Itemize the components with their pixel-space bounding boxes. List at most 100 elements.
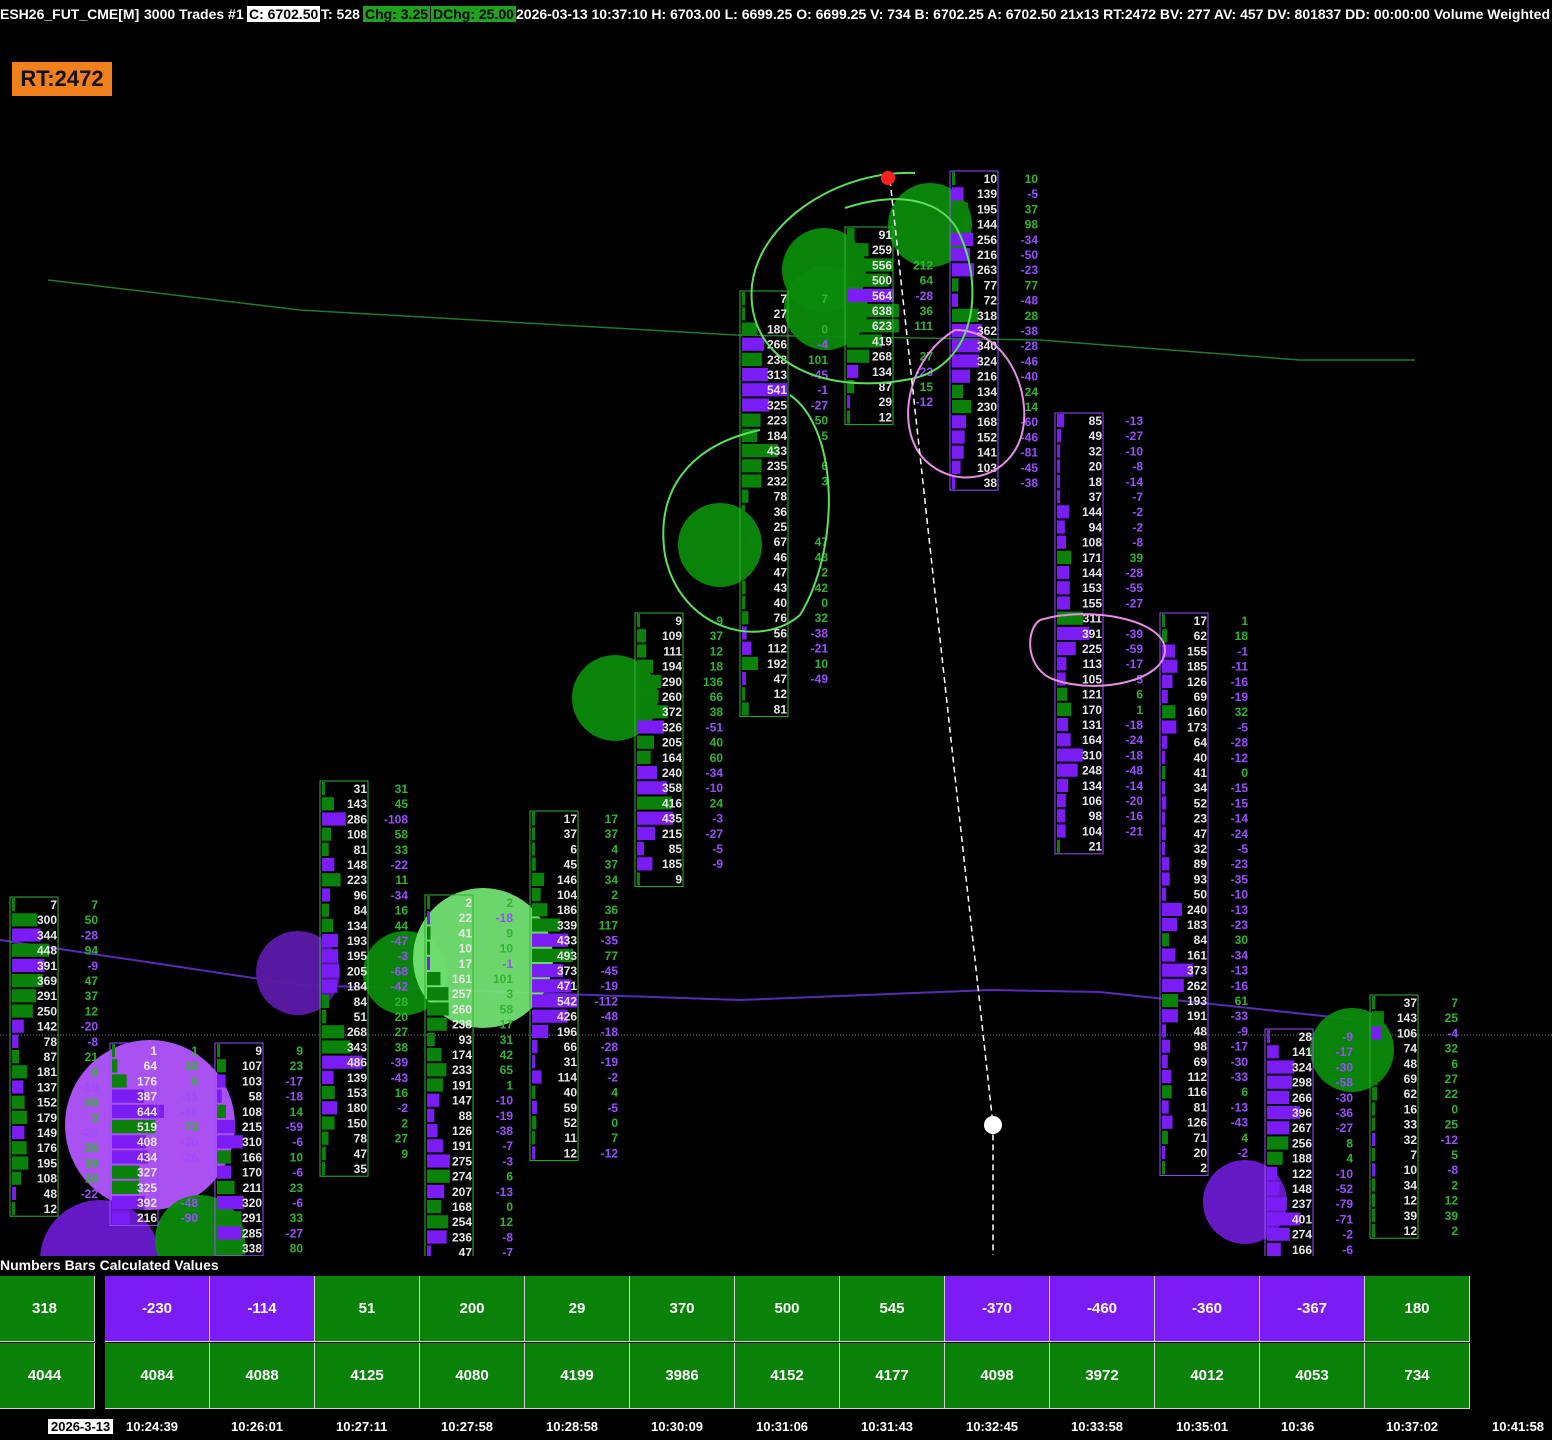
- delta-value: -81: [1021, 446, 1039, 460]
- volume-value: 47: [354, 1147, 368, 1161]
- volume-bar: [1267, 1182, 1280, 1196]
- volume-cell: 4053: [1260, 1343, 1365, 1409]
- delta-value: 6: [506, 1170, 513, 1184]
- delta-value: 0: [611, 1116, 618, 1130]
- delta-value: 23: [290, 1181, 304, 1195]
- delta-value: 0: [1451, 1102, 1458, 1116]
- delta-value: -18: [1126, 748, 1144, 762]
- delta-cell: -367: [1260, 1276, 1365, 1342]
- volume-bar: [637, 659, 654, 673]
- footprint-column: 85 -13 49 -27 32 -10 20 -8 18 -14 37 -7 144 -2 94 -2 108…: [1054, 412, 1144, 855]
- volume-bar: [1162, 735, 1168, 749]
- delta-value: -34: [706, 766, 724, 780]
- delta-value: 11: [395, 873, 408, 887]
- volume-value: 153: [347, 1086, 367, 1100]
- volume-value: 93: [1194, 872, 1208, 886]
- volume-bar: [1267, 1060, 1294, 1074]
- delta-value: 10: [815, 657, 829, 671]
- delta-value: -58: [1336, 1076, 1354, 1090]
- volume-bar: [1057, 763, 1078, 777]
- delta-cell: 29: [525, 1276, 630, 1342]
- volume-value: 139: [977, 187, 997, 201]
- volume-value: 12: [44, 1202, 58, 1216]
- footprint-chart[interactable]: 7 7300 50344 -28448 94391 -9369 47291 37250 1214…: [0, 30, 1552, 1256]
- volume-bar: [1162, 948, 1176, 962]
- volume-value: 81: [774, 702, 788, 716]
- volume-value: 325: [767, 398, 787, 412]
- volume-value: 9: [255, 1044, 262, 1058]
- delta-value: -8: [1132, 536, 1143, 550]
- delta-value: 25: [1445, 1011, 1459, 1025]
- delta-value: -24: [1126, 733, 1144, 747]
- delta-value: -17: [1231, 1040, 1249, 1054]
- volume-bar: [952, 369, 970, 383]
- volume-bar: [12, 1050, 20, 1064]
- volume-bar: [637, 872, 640, 886]
- volume-bar: [1162, 659, 1178, 673]
- delta-value: 36: [605, 903, 619, 917]
- volume-value: 266: [767, 338, 787, 352]
- volume-bar: [12, 1004, 33, 1018]
- volume-bar: [322, 1162, 325, 1176]
- delta-value: 58: [500, 1002, 514, 1016]
- volume-bar: [1162, 1024, 1166, 1038]
- volume-cell: 4125: [315, 1343, 420, 1409]
- delta-value: 45: [395, 797, 409, 811]
- volume-value: 37: [1089, 490, 1103, 504]
- volume-bar: [637, 674, 662, 688]
- time-label: 10:28:58: [546, 1419, 599, 1434]
- volume-value: 168: [452, 1200, 472, 1214]
- volume-value: 149: [37, 1126, 57, 1140]
- volume-bar: [532, 1085, 536, 1099]
- delta-value: 9: [506, 926, 513, 940]
- time-label: 10:31:43: [861, 1419, 914, 1434]
- volume-bar: [1162, 1100, 1169, 1114]
- volume-bar: [1057, 657, 1067, 671]
- volume-bar: [217, 1196, 244, 1210]
- volume-value: 84: [1194, 933, 1208, 947]
- volume-value: 91: [879, 228, 893, 242]
- volume-bar: [742, 687, 745, 701]
- time-label: 10:35:01: [1176, 1419, 1229, 1434]
- delta-value: -43: [391, 1071, 409, 1085]
- volume-value: 108: [37, 1172, 57, 1186]
- volume-bar: [427, 1169, 450, 1183]
- volume-value: 47: [1194, 827, 1208, 841]
- delta-value: -28: [81, 928, 99, 942]
- delta-value: 10: [290, 1150, 304, 1164]
- volume-bar: [847, 243, 869, 257]
- volume-bar: [322, 827, 331, 841]
- volume-cell: 734: [1365, 1343, 1470, 1409]
- volume-value: 191: [1187, 1009, 1207, 1023]
- volume-bar: [952, 293, 958, 307]
- volume-bar: [217, 1120, 235, 1134]
- volume-value: 71: [1194, 1131, 1208, 1145]
- delta-value: -51: [706, 720, 724, 734]
- delta-value: 10: [500, 942, 514, 956]
- volume-bar: [1372, 1011, 1384, 1025]
- delta-value: -59: [286, 1120, 304, 1134]
- volume-bar: [217, 1089, 222, 1103]
- delta-value: -18: [496, 911, 514, 925]
- volume-value: 74: [1404, 1042, 1418, 1056]
- volume-bar: [427, 911, 430, 925]
- symbol-label[interactable]: ESH26_FUT_CME[M]: [0, 6, 139, 22]
- delta-value: 39: [1445, 1209, 1459, 1223]
- volume-value: 267: [1292, 1121, 1312, 1135]
- delta-value: 33: [395, 843, 409, 857]
- volume-cell: 4080: [420, 1343, 525, 1409]
- volume-value: 173: [1187, 720, 1207, 734]
- volume-bar: [1267, 1090, 1290, 1104]
- volume-bar: [427, 972, 441, 986]
- footprint-column: 28 -9 141 -17 324 -30 298 -58 266 -30 396 -36 267 -27…: [1264, 1028, 1354, 1256]
- volume-value: 36: [774, 505, 788, 519]
- volume-bar: [742, 292, 745, 306]
- delta-value: 27: [1445, 1072, 1459, 1086]
- volume-value: 48: [1194, 1024, 1208, 1038]
- volume-value: 164: [662, 751, 682, 765]
- delta-value: 18: [710, 660, 724, 674]
- volume-bar: [112, 1044, 115, 1058]
- delta-value: 37: [1025, 202, 1039, 216]
- volume-value: 108: [347, 828, 367, 842]
- volume-value: 256: [977, 233, 997, 247]
